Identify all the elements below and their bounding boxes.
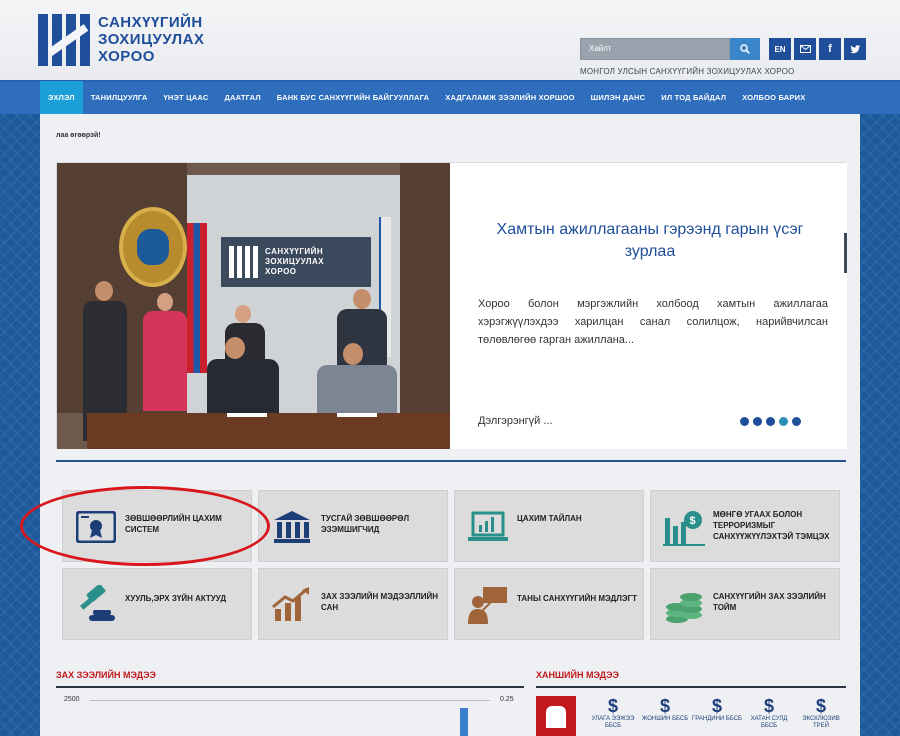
mail-icon bbox=[799, 45, 811, 53]
money-chart-icon: $ bbox=[663, 507, 705, 547]
tile-label: ТАНЫ САНХҮҮГИЙН МЭДЛЭГТ bbox=[517, 594, 637, 603]
tile-e-report[interactable]: ЦАХИМ ТАЙЛАН bbox=[454, 490, 644, 562]
exchange-rates-divider bbox=[536, 686, 846, 688]
twitter-button[interactable] bbox=[844, 38, 866, 60]
coins-stack-icon bbox=[663, 585, 705, 625]
main-content: лаа өгөөрэй! САНХҮҮГИЙН ЗОХИЦУУЛАХ ХОРОО bbox=[40, 114, 860, 736]
tile-financial-literacy[interactable]: ТАНЫ САНХҮҮГИЙН МЭДЛЭГТ bbox=[454, 568, 644, 640]
search-button[interactable] bbox=[730, 38, 760, 60]
nav-item-savings-coop[interactable]: ХАДГАЛАМЖ ЗЭЭЛИЙН ХОРШОО bbox=[437, 81, 582, 115]
slide-text-panel: Хамтын ажиллагааны гэрээнд гарын үсэг зу… bbox=[450, 163, 847, 449]
chart-y-label-left: 2500 bbox=[64, 696, 80, 703]
slider-pagination bbox=[740, 417, 801, 426]
banner-line-2: ЗОХИЦУУЛАХ bbox=[265, 257, 325, 266]
tile-aml[interactable]: $ МӨНГӨ УГААХ БОЛОН ТЕРРОРИЗМЫГ САНХҮҮЖҮ… bbox=[650, 490, 840, 562]
nav-item-nbfi[interactable]: БАНК БУС САНХҮҮГИЙН БАЙГУУЛЛАГА bbox=[269, 81, 437, 115]
tile-market-review[interactable]: САНХҮҮГИЙН ЗАХ ЗЭЭЛИЙН ТОЙМ bbox=[650, 568, 840, 640]
nav-item-glass-account[interactable]: ШИЛЭН ДАНС bbox=[583, 81, 654, 115]
tile-market-database[interactable]: ЗАХ ЗЭЭЛИЙН МЭДЭЭЛЛИЙН САН bbox=[258, 568, 448, 640]
tile-legal-acts[interactable]: ХУУЛЬ,ЭРХ ЗҮЙН АКТУУД bbox=[62, 568, 252, 640]
news-slider: САНХҮҮГИЙН ЗОХИЦУУЛАХ ХОРОО Хамтын ажилл… bbox=[56, 162, 847, 449]
rate-name: ЖОНШИН ББСБ bbox=[641, 716, 689, 722]
exchange-rates-title[interactable]: ХАНШИЙН МЭДЭЭ bbox=[536, 670, 619, 680]
slider-dot-5[interactable] bbox=[792, 417, 801, 426]
slider-dot-4[interactable] bbox=[779, 417, 788, 426]
nav-item-introduction[interactable]: ТАНИЛЦУУЛГА bbox=[83, 81, 156, 115]
nav-item-transparency[interactable]: ИЛ ТОД БАЙДАЛ bbox=[653, 81, 734, 115]
language-button[interactable]: EN bbox=[769, 38, 791, 60]
rate-name: ГРАНДИНИ ББСБ bbox=[692, 716, 742, 722]
site-header: САНХҮҮГИЙН ЗОХИЦУУЛАХ ХОРОО Хайлт EN f М… bbox=[0, 0, 900, 80]
tile-licensees[interactable]: ТУСГАЙ ЗӨВШӨӨРӨЛ ЭЗЭМШИГЧИД bbox=[258, 490, 448, 562]
gavel-icon bbox=[75, 585, 117, 625]
nav-item-home[interactable]: ЭХЛЭЛ bbox=[40, 81, 83, 115]
read-more-link[interactable]: Дэлгэрэнгүй ... bbox=[478, 415, 553, 427]
site-subtitle: МОНГОЛ УЛСЫН САНХҮҮГИЙН ЗОХИЦУУЛАХ ХОРОО bbox=[580, 67, 795, 76]
highlight-annotation bbox=[20, 486, 270, 566]
svg-text:$: $ bbox=[690, 515, 696, 527]
dollar-icon: $ bbox=[815, 696, 826, 716]
slide-photo[interactable]: САНХҮҮГИЙН ЗОХИЦУУЛАХ ХОРОО bbox=[57, 163, 450, 449]
logo-line-2: ЗОХИЦУУЛАХ bbox=[98, 31, 205, 48]
banner-line-1: САНХҮҮГИЙН bbox=[265, 247, 324, 256]
rate-item[interactable]: $ ХАТАН СУЛД ББСБ bbox=[744, 696, 794, 730]
chart-bar bbox=[460, 708, 468, 736]
market-news-title[interactable]: ЗАХ ЗЭЭЛИЙН МЭДЭЭ bbox=[56, 670, 156, 680]
slider-divider bbox=[56, 460, 846, 462]
logo-line-3: ХОРОО bbox=[98, 48, 155, 65]
facebook-button[interactable]: f bbox=[819, 38, 841, 60]
rate-item[interactable]: $ ГРАНДИНИ ББСБ bbox=[692, 696, 742, 723]
state-emblem-icon bbox=[119, 207, 187, 287]
rate-name: ЭКСКЛЮЗИВ ТРЕЙ bbox=[802, 716, 840, 729]
rate-item[interactable]: $ УЛАГА ЭЭЖЭЭ ББСБ bbox=[588, 696, 638, 730]
slider-dot-1[interactable] bbox=[740, 417, 749, 426]
dollar-icon: $ bbox=[607, 696, 618, 716]
rate-name: ХАТАН СУЛД ББСБ bbox=[750, 716, 788, 729]
logo-icon[interactable] bbox=[38, 14, 90, 66]
twitter-icon bbox=[849, 44, 860, 53]
presenter-icon bbox=[467, 585, 509, 625]
rate-item[interactable]: $ ЖОНШИН ББСБ bbox=[640, 696, 690, 723]
rate-item[interactable]: $ ЭКСКЛЮЗИВ ТРЕЙ bbox=[796, 696, 846, 730]
slider-dot-2[interactable] bbox=[753, 417, 762, 426]
market-news-divider bbox=[56, 686, 524, 688]
logo-text[interactable]: САНХҮҮГИЙН ЗОХИЦУУЛАХ ХОРОО bbox=[98, 14, 208, 65]
flag-icon bbox=[187, 223, 207, 373]
nav-item-insurance[interactable]: ДААТГАЛ bbox=[216, 81, 268, 115]
bank-building-icon bbox=[271, 507, 313, 547]
mail-button[interactable] bbox=[794, 38, 816, 60]
tile-label: САНХҮҮГИЙН ЗАХ ЗЭЭЛИЙН ТОЙМ bbox=[713, 592, 826, 612]
banner-logo: САНХҮҮГИЙН ЗОХИЦУУЛАХ ХОРОО bbox=[221, 237, 371, 287]
search-input[interactable]: Хайлт bbox=[580, 38, 730, 60]
tile-label: ХУУЛЬ,ЭРХ ЗҮЙН АКТУУД bbox=[125, 594, 227, 603]
chart-gridline bbox=[90, 700, 490, 701]
greeting-text: лаа өгөөрэй! bbox=[56, 132, 101, 139]
banner-line-3: ХОРОО bbox=[265, 267, 297, 276]
dollar-icon: $ bbox=[711, 696, 722, 716]
slider-dot-3[interactable] bbox=[766, 417, 775, 426]
facebook-icon: f bbox=[828, 43, 832, 55]
slide-body: Хороо болон мэргэжлийн холбоод хамтын аж… bbox=[478, 298, 828, 346]
laptop-chart-icon bbox=[467, 507, 509, 547]
logo-line-1: САНХҮҮГИЙН bbox=[98, 14, 203, 31]
slide-scrollbar[interactable] bbox=[844, 233, 847, 273]
nav-item-securities[interactable]: ҮНЭТ ЦААС bbox=[156, 81, 217, 115]
chart-y-label-right: 0.25 bbox=[500, 696, 514, 703]
main-navigation: ЭХЛЭЛ ТАНИЛЦУУЛГА ҮНЭТ ЦААС ДААТГАЛ БАНК… bbox=[0, 80, 900, 115]
dollar-icon: $ bbox=[659, 696, 670, 716]
slide-title[interactable]: Хамтын ажиллагааны гэрээнд гарын үсэг зу… bbox=[470, 219, 830, 263]
dollar-icon: $ bbox=[763, 696, 774, 716]
tile-label: ЗАХ ЗЭЭЛИЙН МЭДЭЭЛЛИЙН САН bbox=[321, 592, 438, 612]
tile-label: ЦАХИМ ТАЙЛАН bbox=[517, 514, 582, 523]
tile-label: ТУСГАЙ ЗӨВШӨӨРӨЛ ЭЗЭМШИГЧИД bbox=[321, 514, 410, 534]
growth-chart-icon bbox=[271, 585, 313, 625]
tile-label: МӨНГӨ УГААХ БОЛОН ТЕРРОРИЗМЫГ САНХҮҮЖҮҮЛ… bbox=[713, 510, 830, 541]
rate-name: УЛАГА ЭЭЖЭЭ ББСБ bbox=[591, 716, 635, 729]
search-icon bbox=[740, 44, 750, 54]
nav-item-contact[interactable]: ХОЛБОО БАРИХ bbox=[734, 81, 813, 115]
bank-logo-icon bbox=[536, 696, 576, 736]
